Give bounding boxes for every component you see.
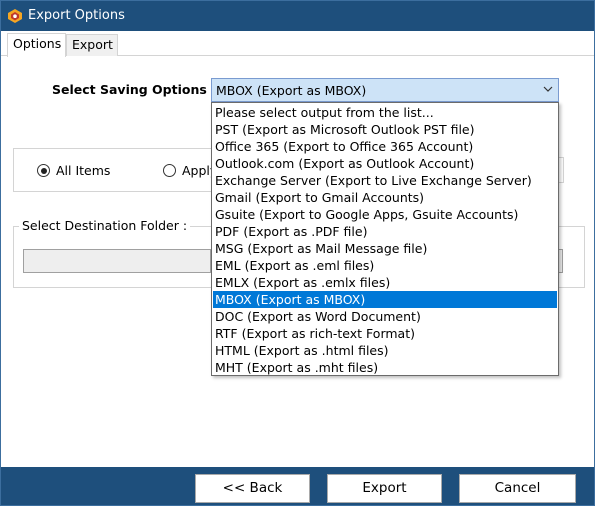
dropdown-option[interactable]: PDF (Export as .PDF file) — [213, 223, 557, 240]
dropdown-option[interactable]: MSG (Export as Mail Message file) — [213, 240, 557, 257]
app-logo-icon — [8, 9, 22, 23]
dropdown-option[interactable]: Exchange Server (Export to Live Exchange… — [213, 172, 557, 189]
dropdown-option[interactable]: Office 365 (Export to Office 365 Account… — [213, 138, 557, 155]
dropdown-option[interactable]: Please select output from the list... — [213, 104, 557, 121]
all-items-label[interactable]: All Items — [56, 163, 110, 178]
dropdown-option[interactable]: RTF (Export as rich-text Format) — [213, 325, 557, 342]
window-title: Export Options — [28, 8, 125, 23]
dropdown-option[interactable]: MHT (Export as .mht files) — [213, 359, 557, 376]
tab-options[interactable]: Options — [7, 33, 66, 57]
dropdown-option[interactable]: Gsuite (Export to Google Apps, Gsuite Ac… — [213, 206, 557, 223]
cancel-button[interactable]: Cancel — [459, 474, 576, 503]
dropdown-option[interactable]: DOC (Export as Word Document) — [213, 308, 557, 325]
saving-options-select[interactable]: MBOX (Export as MBOX) — [211, 78, 559, 102]
dropdown-option[interactable]: Outlook.com (Export as Outlook Account) — [213, 155, 557, 172]
tab-strip: Options Export — [1, 31, 594, 57]
saving-options-dropdown-list[interactable]: Please select output from the list... PST… — [211, 102, 559, 376]
dropdown-option[interactable]: PST (Export as Microsoft Outlook PST fil… — [213, 121, 557, 138]
apply-filter-radio[interactable] — [163, 164, 176, 177]
dropdown-option[interactable]: MBOX (Export as MBOX) — [213, 291, 557, 308]
dropdown-option[interactable]: EMLX (Export as .emlx files) — [213, 274, 557, 291]
export-button[interactable]: Export — [327, 474, 442, 503]
dropdown-option[interactable]: Gmail (Export to Gmail Accounts) — [213, 189, 557, 206]
destination-path-field[interactable] — [23, 249, 211, 273]
back-button[interactable]: << Back — [195, 474, 310, 503]
tab-export[interactable]: Export — [66, 34, 118, 56]
all-items-radio[interactable] — [37, 164, 50, 177]
dropdown-option[interactable]: EML (Export as .eml files) — [213, 257, 557, 274]
saving-options-value: MBOX (Export as MBOX) — [216, 83, 367, 98]
chevron-down-icon — [543, 86, 553, 92]
export-options-window: Export Options Options Export Select Sav… — [0, 0, 595, 506]
saving-options-label: Select Saving Options : — [52, 82, 217, 97]
dropdown-option[interactable]: HTML (Export as .html files) — [213, 342, 557, 359]
destination-label: Select Destination Folder : — [19, 218, 191, 233]
title-bar: Export Options — [1, 1, 594, 31]
